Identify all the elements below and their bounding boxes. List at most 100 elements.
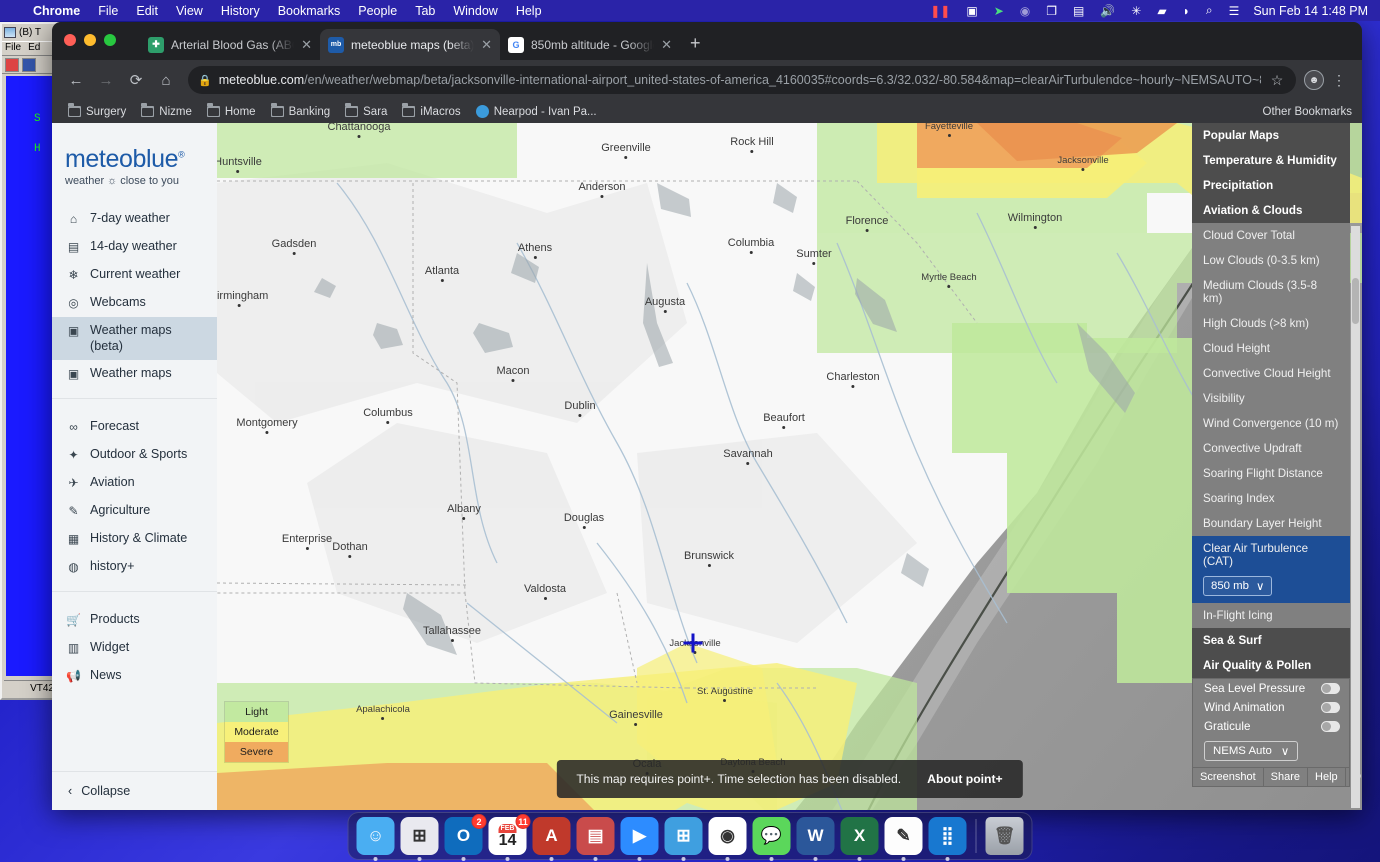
option-sea-level-pressure[interactable]: Sea Level Pressure [1193,679,1349,698]
sidebar-item-outdoor-sports[interactable]: ✦ Outdoor & Sports [52,441,217,469]
sidebar-item-webcams[interactable]: ◎ Webcams [52,289,217,317]
layer-item-soaring-flight-distance[interactable]: Soaring Flight Distance [1192,461,1350,486]
menu-people[interactable]: People [349,4,406,18]
bookmark-nizme[interactable]: Nizme [135,103,198,120]
menu-window[interactable]: Window [444,4,506,18]
menu-view[interactable]: View [167,4,212,18]
dock-icon-chrome[interactable]: ◉ [708,817,747,861]
weather-model-select[interactable]: NEMS Auto ∨ [1204,741,1299,761]
dock-icon-messages[interactable]: 💬 [752,817,791,861]
bluetooth-icon[interactable]: ✳ [1123,4,1149,18]
sidebar-item-history-climate[interactable]: ▦ History & Climate [52,525,217,553]
forward-button[interactable]: → [92,66,120,94]
bookmark-home[interactable]: Home [201,103,262,120]
layer-item-wind-convergence-10-m[interactable]: Wind Convergence (10 m) [1192,411,1350,436]
tab-arterial-blood-gas[interactable]: ✚ Arterial Blood Gas (ABG) Analy ✕ [140,29,320,60]
layer-item-cloud-cover-total[interactable]: Cloud Cover Total [1192,223,1350,248]
battery-icon[interactable]: ▰ [1149,4,1174,18]
sidebar-item-7-day-weather[interactable]: ⌂ 7-day weather [52,205,217,233]
layer-group-temperature-humidity[interactable]: Temperature & Humidity [1192,148,1350,173]
bookmark-surgery[interactable]: Surgery [62,103,132,120]
star-icon[interactable]: ☆ [1268,67,1286,93]
other-bookmarks-button[interactable]: Other Bookmarks [1258,106,1352,118]
tab-meteoblue-maps[interactable]: mb meteoblue maps (beta) - mete ✕ [320,29,500,60]
dock-icon-database[interactable]: ▤ [576,817,615,861]
graticule-toggle[interactable] [1321,721,1340,732]
help-button[interactable]: Help [1308,768,1346,786]
scrollbar-thumb[interactable] [1352,278,1359,324]
bookmark-imacros[interactable]: iMacros [396,103,466,120]
bgwin-record-button[interactable] [5,57,19,72]
pressure-level-select[interactable]: 850 mb ∨ [1203,576,1273,596]
sidebar-item-news[interactable]: 📢 News [52,662,217,690]
layer-item-convective-updraft[interactable]: Convective Updraft [1192,436,1350,461]
bgwin-menu-edit[interactable]: Ed [28,42,40,55]
layer-group-aviation-clouds[interactable]: Aviation & Clouds [1192,198,1350,223]
location-icon[interactable]: ➤ [986,4,1012,18]
dock-icon-acrobat[interactable]: A [532,817,571,861]
page-scrollbar[interactable] [1351,226,1360,808]
sea-level-pressure-toggle[interactable] [1321,683,1340,694]
bookmark-nearpod[interactable]: Nearpod - Ivan Pa... [470,103,603,120]
about-point-plus-link[interactable]: About point+ [927,772,1002,786]
sidebar-item-aviation[interactable]: ✈ Aviation [52,469,217,497]
bgwin-connect-button[interactable] [22,57,36,72]
pause-icon[interactable]: ❚❚ [922,4,958,18]
dock-icon-windows-vm[interactable]: ⊞ [664,817,703,861]
option-graticule[interactable]: Graticule [1193,717,1349,736]
sidebar-item-weather-maps[interactable]: ▣ Weather maps [52,360,217,388]
reload-button[interactable]: ⟳ [122,66,150,94]
dock-icon-finder[interactable]: ☺ [356,817,395,861]
layer-item-clear-air-turbulence-cat[interactable]: Clear Air Turbulence (CAT) [1192,536,1350,574]
share-button[interactable]: Share [1264,768,1309,786]
dock-icon-bluejeans[interactable]: ⣿ [928,817,967,861]
sidebar-item-14-day-weather[interactable]: ▤ 14-day weather [52,233,217,261]
screenshot-button[interactable]: Screenshot [1193,768,1264,786]
home-button[interactable]: ⌂ [152,66,180,94]
wifi-icon[interactable]: ◗ [1175,4,1198,18]
apple-icon[interactable] [6,10,24,12]
dock-icon-notes[interactable]: ✎ [884,817,923,861]
wind-animation-toggle[interactable] [1321,702,1340,713]
layer-item-high-clouds-8-km[interactable]: High Clouds (>8 km) [1192,311,1350,336]
layer-list[interactable]: Popular Maps Temperature & Humidity Precip… [1192,123,1350,678]
map-options-panel[interactable]: Sea Level Pressure Wind Animation Gratic… [1192,678,1361,787]
layer-item-visibility[interactable]: Visibility [1192,386,1350,411]
close-tab-icon[interactable]: ✕ [661,37,672,53]
panel-button-row[interactable]: Screenshot Share Help © [1193,767,1361,786]
screen-mirror-icon[interactable]: ❐ [1038,4,1065,18]
video-icon[interactable]: ▣ [958,4,985,18]
sidebar-item-history-plus[interactable]: ◍ history+ [52,553,217,581]
new-tab-button[interactable]: + [680,33,711,60]
option-wind-animation[interactable]: Wind Animation [1193,698,1349,717]
sidebar-item-forecast[interactable]: ∞ Forecast [52,413,217,441]
three-dot-menu-icon[interactable]: ⋮ [1326,67,1352,93]
layer-item-soaring-index[interactable]: Soaring Index [1192,486,1350,511]
siri-icon[interactable]: ◉ [1012,4,1038,18]
menu-file[interactable]: File [89,4,127,18]
maximize-window-button[interactable] [104,34,116,46]
address-bar[interactable]: 🔒 meteoblue.com/en/weather/webmap/beta/j… [188,66,1296,94]
sidebar-item-weather-maps-beta[interactable]: ▣ Weather maps (beta) [52,317,217,361]
layer-item-boundary-layer-height[interactable]: Boundary Layer Height [1192,511,1350,536]
layer-group-popular-maps[interactable]: Popular Maps [1192,123,1350,148]
layer-group-precipitation[interactable]: Precipitation [1192,173,1350,198]
menu-chrome[interactable]: Chrome [24,4,89,18]
dock-icon-launchpad[interactable]: ⊞ [400,817,439,861]
back-button[interactable]: ← [62,66,90,94]
bookmark-sara[interactable]: Sara [339,103,393,120]
sidebar-item-widget[interactable]: ▥ Widget [52,634,217,662]
menu-clock[interactable]: Sun Feb 14 1:48 PM [1247,4,1374,18]
menu-edit[interactable]: Edit [127,4,167,18]
dock-icon-word[interactable]: W [796,817,835,861]
close-tab-icon[interactable]: ✕ [301,37,312,53]
dock-icon-outlook[interactable]: O2 [444,814,487,861]
dock-icon-excel[interactable]: X [840,817,879,861]
menu-bookmarks[interactable]: Bookmarks [269,4,350,18]
layer-item-convective-cloud-height[interactable]: Convective Cloud Height [1192,361,1350,386]
menu-help[interactable]: Help [507,4,551,18]
meteoblue-logo[interactable]: meteoblue® weather ☼ close to you [52,123,217,191]
menu-tab[interactable]: Tab [406,4,444,18]
dock-icon-zoom[interactable]: ▶ [620,817,659,861]
layer-item-low-clouds-0-3-5-km[interactable]: Low Clouds (0-3.5 km) [1192,248,1350,273]
